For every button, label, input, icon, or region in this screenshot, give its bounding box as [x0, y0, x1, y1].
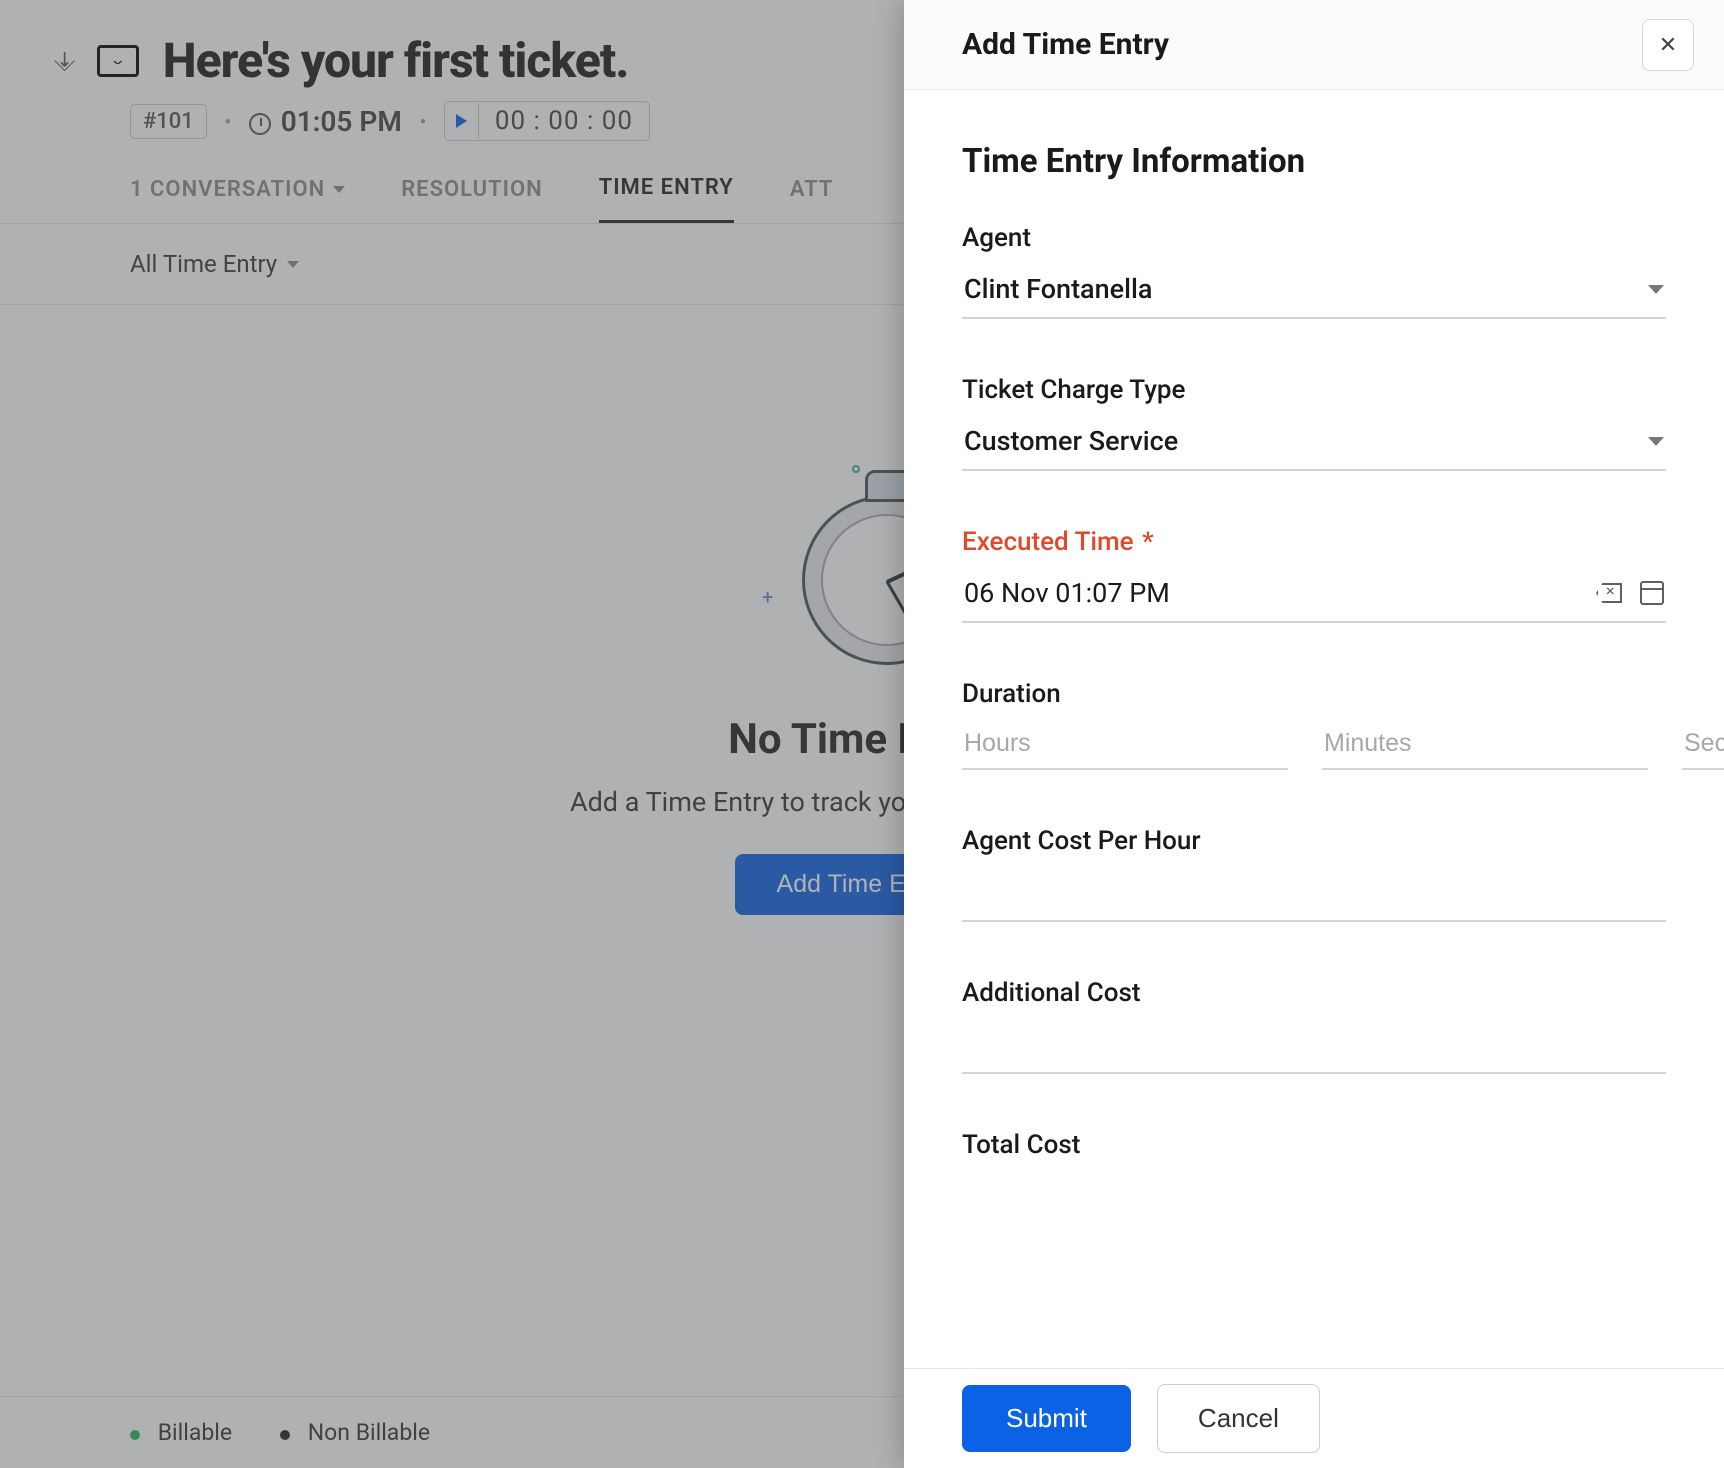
chevron-down-icon	[1648, 437, 1664, 446]
submit-button[interactable]: Submit	[962, 1385, 1131, 1452]
close-icon: ✕	[1659, 32, 1677, 58]
section-title: Time Entry Information	[962, 142, 1666, 181]
executed-time-label: Executed Time *	[962, 527, 1666, 557]
add-time-entry-panel: Add Time Entry ✕ Time Entry Information …	[904, 0, 1724, 1468]
executed-time-value: 06 Nov 01:07 PM	[964, 577, 1170, 609]
agent-select[interactable]: Clint Fontanella	[962, 267, 1666, 319]
duration-minutes-input[interactable]	[1322, 723, 1648, 770]
chevron-down-icon	[1648, 285, 1664, 294]
charge-type-value: Customer Service	[964, 425, 1178, 457]
duration-seconds-input[interactable]	[1682, 723, 1724, 770]
cancel-button[interactable]: Cancel	[1157, 1384, 1320, 1453]
total-cost-label: Total Cost	[962, 1130, 1666, 1160]
close-button[interactable]: ✕	[1642, 19, 1694, 71]
agent-cost-label: Agent Cost Per Hour	[962, 826, 1666, 856]
required-star: *	[1142, 527, 1154, 557]
additional-cost-input[interactable]	[962, 1022, 1666, 1074]
executed-time-label-text: Executed Time	[962, 527, 1134, 557]
duration-hours-input[interactable]	[962, 723, 1288, 770]
duration-label: Duration	[962, 679, 1666, 709]
additional-cost-label: Additional Cost	[962, 978, 1666, 1008]
panel-title: Add Time Entry	[962, 27, 1169, 62]
charge-type-label: Ticket Charge Type	[962, 375, 1666, 405]
calendar-icon[interactable]	[1640, 581, 1664, 605]
agent-cost-input[interactable]	[962, 870, 1666, 922]
charge-type-select[interactable]: Customer Service	[962, 419, 1666, 471]
clear-input-icon[interactable]	[1596, 583, 1622, 603]
agent-value: Clint Fontanella	[964, 273, 1152, 305]
executed-time-input[interactable]: 06 Nov 01:07 PM	[962, 571, 1666, 623]
agent-label: Agent	[962, 223, 1666, 253]
